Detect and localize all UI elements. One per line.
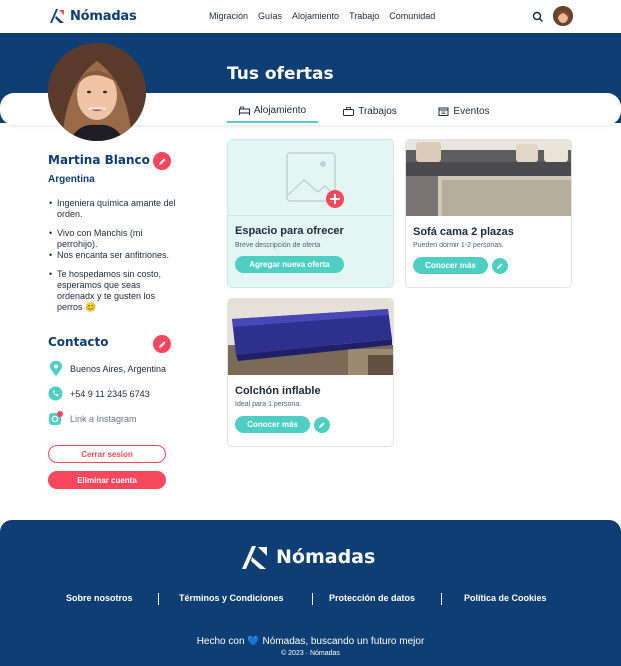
- logout-button[interactable]: Cerrar sesion: [48, 445, 166, 463]
- pencil-icon: [496, 263, 503, 270]
- top-navbar: Nómadas Migración Guías Alojamiento Trab…: [0, 0, 621, 33]
- instagram-link[interactable]: Link a Instagram: [70, 414, 137, 424]
- bio-item: Vivo con Manchis (mi perrohijo).: [49, 228, 179, 250]
- bio-item: Te hospedamos sin costo, esperamos que s…: [49, 269, 179, 313]
- pencil-icon: [158, 341, 165, 348]
- nav-link-alojamiento[interactable]: Alojamiento: [292, 11, 339, 21]
- contact-instagram[interactable]: Link a Instagram: [48, 411, 137, 426]
- footer-tagline: Hecho con 💙 Nómadas, buscando un futuro …: [196, 636, 425, 647]
- location-text: Buenos Aires, Argentina: [70, 363, 167, 374]
- edit-offer-button[interactable]: [492, 258, 508, 274]
- card-title: Espacio para ofrecer: [235, 225, 344, 237]
- edit-offer-button[interactable]: [314, 417, 330, 433]
- profile-portrait-icon: [48, 43, 146, 141]
- instagram-icon: [48, 411, 63, 426]
- footer-link-about[interactable]: Sobre nosotros: [66, 593, 133, 603]
- nav-link-guias[interactable]: Guías: [258, 11, 282, 21]
- card-subtitle: Ideal para 1 persona.: [235, 401, 302, 408]
- offer-card-mattress[interactable]: Colchón inflable Ideal para 1 persona. C…: [227, 298, 394, 447]
- tab-label: Trabajos: [358, 105, 397, 117]
- main-nav: Migración Guías Alojamiento Trabajo Comu…: [209, 11, 435, 21]
- view-more-button[interactable]: Conocer más: [413, 257, 488, 274]
- offer-tabs: Alojamiento Trabajos Eventos: [227, 99, 607, 123]
- map-pin-icon: [48, 361, 63, 376]
- card-title: Colchón inflable: [235, 385, 321, 397]
- edit-profile-button[interactable]: [153, 152, 171, 170]
- delete-account-button[interactable]: Eliminar cuenta: [48, 471, 166, 489]
- footer-link-cookies[interactable]: Política de Cookies: [464, 593, 547, 603]
- image-placeholder-icon: [286, 152, 344, 208]
- card-subtitle: Breve descripción de oferta: [235, 242, 321, 249]
- contact-title: Contacto: [48, 335, 109, 349]
- brand-logo[interactable]: Nómadas: [48, 8, 137, 24]
- brand-name: Nómadas: [70, 8, 137, 24]
- footer-logo[interactable]: Nómadas: [240, 544, 375, 570]
- site-footer: Nómadas Sobre nosotros Términos y Condic…: [0, 520, 621, 666]
- logo-mark-icon: [50, 9, 64, 23]
- bed-icon: [238, 106, 250, 115]
- tab-label: Alojamiento: [253, 104, 307, 116]
- footer-divider: [441, 593, 442, 605]
- edit-contact-button[interactable]: [153, 335, 171, 353]
- bio-item: Nos encanta ser anfitriones.: [49, 250, 179, 261]
- nav-link-migracion[interactable]: Migración: [209, 11, 248, 21]
- contact-location: Buenos Aires, Argentina: [48, 361, 166, 376]
- logo-mark-icon: [242, 546, 267, 569]
- profile-photo: [48, 43, 146, 141]
- contact-phone: +54 9 11 2345 6743: [48, 386, 150, 401]
- card-subtitle: Pueden dormir 1-2 personas.: [413, 242, 504, 249]
- tab-alojamiento[interactable]: Alojamiento: [227, 99, 318, 123]
- calendar-icon: [438, 107, 449, 116]
- search-icon[interactable]: [532, 11, 544, 23]
- profile-country: Argentina: [48, 174, 95, 185]
- avatar-face-icon: [553, 6, 573, 26]
- view-more-button[interactable]: Conocer más: [235, 416, 310, 433]
- footer-divider: [158, 593, 159, 605]
- nav-link-trabajo[interactable]: Trabajo: [349, 11, 379, 21]
- tab-label: Eventos: [453, 105, 490, 117]
- pencil-icon: [158, 158, 165, 165]
- offer-photo-sofa: [406, 140, 571, 216]
- footer-brand-name: Nómadas: [276, 546, 376, 568]
- tab-trabajos[interactable]: Trabajos: [320, 99, 420, 123]
- placeholder-image: [228, 140, 393, 216]
- briefcase-icon: [343, 106, 355, 116]
- add-offer-button[interactable]: Agregar nueva oferta: [235, 256, 344, 273]
- sofa-bed-image: [406, 140, 571, 216]
- whatsapp-icon: [48, 386, 63, 401]
- nav-link-comunidad[interactable]: Comunidad: [389, 11, 435, 21]
- add-offer-card[interactable]: Espacio para ofrecer Breve descripción d…: [227, 139, 394, 288]
- offer-card-sofa[interactable]: Sofá cama 2 plazas Pueden dormir 1-2 per…: [405, 139, 572, 288]
- phone-text: +54 9 11 2345 6743: [70, 388, 150, 399]
- user-avatar[interactable]: [553, 6, 573, 26]
- footer-link-terms[interactable]: Términos y Condiciones: [179, 593, 284, 603]
- footer-copyright: © 2023 · Nómadas: [281, 650, 340, 657]
- air-mattress-image: [228, 299, 393, 375]
- tab-eventos[interactable]: Eventos: [426, 99, 502, 123]
- profile-bio: Ingeniera química amante del orden. Vivo…: [49, 198, 179, 313]
- footer-link-privacy[interactable]: Protección de datos: [329, 593, 415, 603]
- page-title: Tus ofertas: [227, 64, 334, 84]
- card-title: Sofá cama 2 plazas: [413, 226, 514, 238]
- profile-name: Martina Blanco: [48, 153, 150, 167]
- offer-photo-mattress: [228, 299, 393, 375]
- footer-divider: [312, 593, 313, 605]
- bio-item: Ingeniera química amante del orden.: [49, 198, 179, 220]
- pencil-icon: [318, 422, 325, 429]
